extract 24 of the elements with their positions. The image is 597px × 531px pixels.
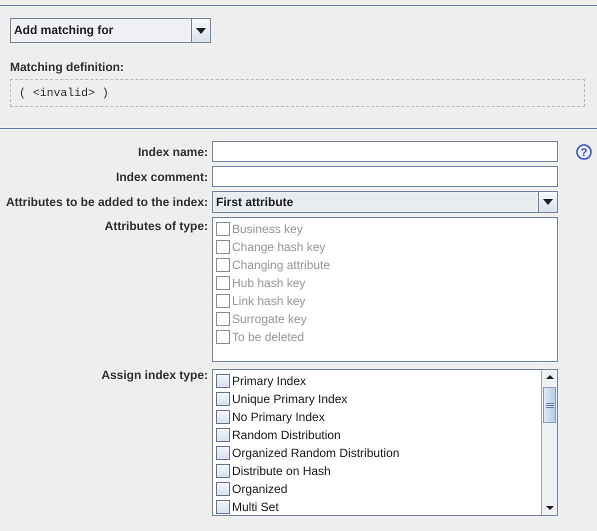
caret-icon — [196, 28, 206, 34]
checkbox-item[interactable]: Random Distribution — [216, 426, 538, 444]
field-label: Index comment: — [114, 170, 208, 184]
scrollbar[interactable] — [541, 370, 557, 515]
checkbox-item[interactable]: Organized — [216, 480, 538, 498]
field-label: Index name: — [136, 144, 208, 158]
checkbox-item[interactable]: Distribute on Hash — [216, 462, 538, 480]
attributes-dropdown[interactable]: First attribute — [212, 191, 558, 213]
checkbox-item[interactable]: Multi Set — [216, 498, 538, 516]
scroll-thumb[interactable] — [543, 387, 556, 423]
caret-icon — [543, 199, 553, 205]
field-label: Attributes to be added to the index: — [4, 195, 208, 209]
matching-dropdown[interactable]: Add matching for — [10, 18, 211, 43]
index-comment-field[interactable] — [212, 166, 558, 187]
checkbox-item[interactable]: Organized Random Distribution — [216, 444, 538, 462]
checkbox-item[interactable]: Primary Index — [216, 372, 538, 390]
field-label: Assign index type: — [100, 367, 208, 382]
checkbox-item[interactable]: Unique Primary Index — [216, 390, 538, 408]
index-name-field[interactable] — [212, 141, 558, 162]
matching-definition-label: Matching definition: — [10, 60, 125, 74]
matching-definition-text: ( <invalid> ) — [19, 86, 109, 100]
help-icon[interactable]: ? — [576, 144, 592, 160]
field-label: Attributes of type: — [104, 218, 208, 233]
checkbox-item[interactable]: No Primary Index — [216, 408, 538, 426]
